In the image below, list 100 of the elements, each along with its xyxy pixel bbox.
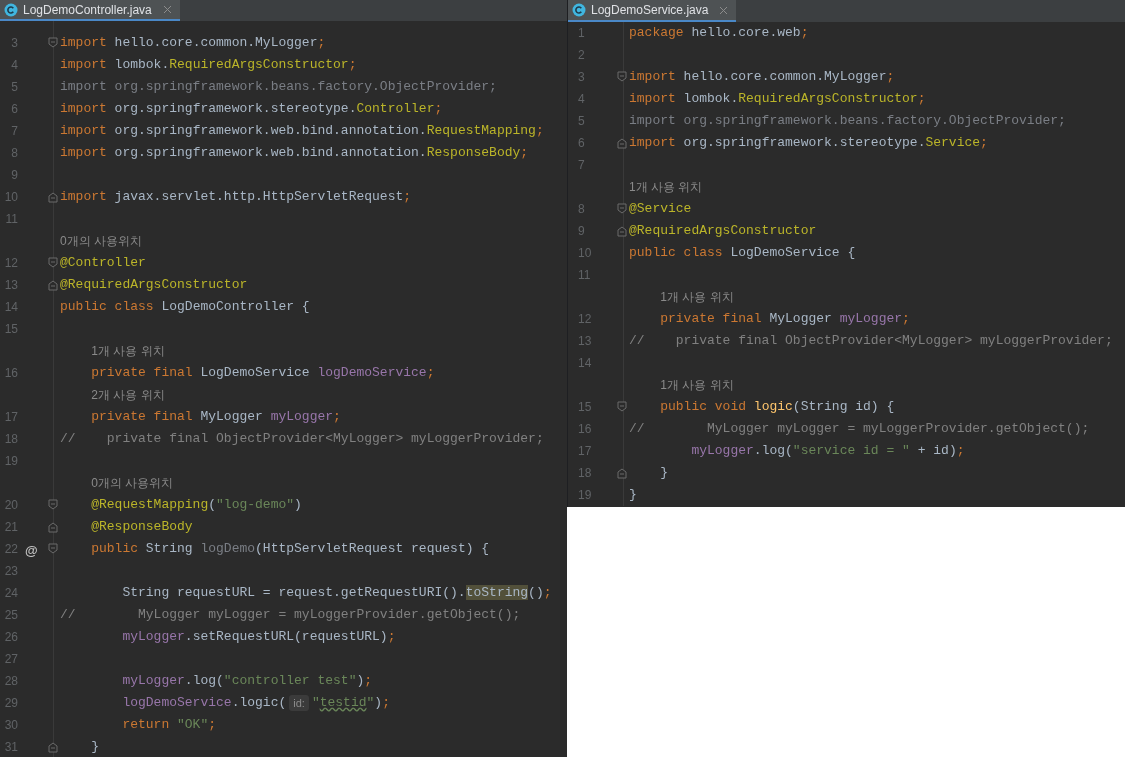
code-line: @RequestMapping("log-demo") [90, 496, 302, 514]
line-number: 26 [3, 629, 18, 646]
fold-marker-icon[interactable] [617, 225, 627, 237]
code-line: import hello.core.common.MyLogger; [629, 68, 895, 86]
code-line: private final MyLogger myLogger; [659, 310, 910, 328]
fold-marker-icon[interactable] [48, 257, 58, 269]
line-number: 19 [577, 487, 593, 504]
code-line: @RequiredArgsConstructor [60, 276, 248, 294]
usage-hint[interactable]: 1개 사용 위치 [660, 376, 734, 394]
code-line: import org.springframework.web.bind.annotation.ResponseBody; [60, 144, 529, 162]
line-number: 6 [577, 135, 586, 152]
code-line: import org.springframework.web.bind.annotation.RequestMapping; [60, 122, 544, 140]
code-line: import org.springframework.stereotype.Service; [629, 134, 988, 152]
line-number: 14 [3, 299, 18, 316]
line-number: 4 [10, 57, 18, 74]
code-line: // private final ObjectProvider<MyLogger> myLoggerProvider; [60, 430, 544, 448]
usage-hint[interactable]: 1개 사용 위치 [91, 342, 165, 360]
usage-hint[interactable]: 1개 사용 위치 [660, 288, 734, 306]
line-number: 16 [3, 365, 18, 382]
editor-tab[interactable]: LogDemoController.java [0, 0, 180, 21]
fold-marker-icon[interactable] [48, 499, 58, 511]
line-number: 15 [577, 399, 593, 416]
fold-marker-icon[interactable] [48, 279, 58, 291]
line-number: 15 [3, 321, 18, 338]
fold-marker-icon[interactable] [48, 543, 58, 555]
gutter-marker[interactable]: @ [25, 541, 38, 561]
line-number: 12 [577, 311, 593, 328]
usage-hint[interactable]: 2개 사용 위치 [91, 386, 165, 404]
code-line: myLogger.log("controller test"); [121, 672, 373, 690]
code-line: @Controller [60, 254, 146, 272]
code-line: public class LogDemoService { [629, 244, 856, 262]
editor-tab[interactable]: LogDemoService.java [568, 0, 737, 22]
parameter-hint: id: [289, 695, 309, 711]
code-line: public void logic(String id) { [659, 398, 895, 416]
class-icon [572, 3, 586, 17]
code-line: import org.springframework.stereotype.Controller; [60, 100, 443, 118]
code-line: String requestURL = request.getRequestURI().toString(); [121, 584, 552, 602]
code-line: import org.springframework.beans.factory.ObjectProvider; [629, 112, 1066, 130]
line-number: 30 [3, 717, 18, 734]
line-number: 8 [10, 145, 18, 162]
fold-marker-icon[interactable] [617, 203, 627, 215]
code-line: return "OK"; [121, 716, 217, 734]
line-number: 13 [3, 277, 18, 294]
code-line: } [90, 738, 99, 756]
code-line: import org.springframework.beans.factory.ObjectProvider; [60, 78, 497, 96]
code-line: } [629, 486, 637, 504]
fold-marker-icon[interactable] [48, 521, 58, 533]
fold-marker-icon[interactable] [48, 741, 58, 753]
usage-hint[interactable]: 1개 사용 위치 [629, 178, 703, 196]
line-number: 10 [3, 189, 18, 206]
line-number: 27 [3, 651, 18, 668]
line-number: 12 [3, 255, 18, 272]
line-number: 24 [3, 585, 18, 602]
line-number: 14 [577, 355, 593, 372]
line-number: 20 [3, 497, 18, 514]
line-number: 18 [577, 465, 593, 482]
line-number: 4 [577, 91, 586, 108]
code-line: private final LogDemoService logDemoService; [90, 364, 435, 382]
code-line: @Service [629, 200, 692, 218]
code-line: public class LogDemoController { [60, 298, 310, 316]
close-icon[interactable] [719, 5, 729, 15]
code-text: "testid"); [311, 694, 390, 712]
line-number: 8 [577, 201, 586, 218]
fold-marker-icon[interactable] [617, 467, 627, 479]
code-line: } [659, 464, 668, 482]
line-number: 3 [577, 69, 586, 86]
fold-marker-icon[interactable] [48, 191, 58, 203]
line-number: 9 [10, 167, 18, 184]
line-number: 5 [577, 113, 586, 130]
line-number: 18 [3, 431, 18, 448]
line-number: 13 [577, 333, 593, 350]
usage-hint[interactable]: 0개의 사용위치 [60, 232, 142, 250]
fold-marker-icon[interactable] [617, 71, 627, 83]
usage-hint[interactable]: 0개의 사용위치 [91, 474, 174, 492]
fold-marker-icon[interactable] [617, 137, 627, 149]
code-line: myLogger.log("service id = " + id); [690, 442, 965, 460]
fold-marker-icon[interactable] [48, 37, 58, 49]
line-number: 3 [10, 35, 18, 52]
line-number: 19 [3, 453, 18, 470]
code-line: myLogger.setRequestURL(requestURL); [121, 628, 396, 646]
code-text: logDemoService.logic( [121, 694, 287, 712]
line-number: 16 [577, 421, 593, 438]
code-line: public String logDemo(HttpServletRequest request) { [90, 540, 490, 558]
line-number: 11 [577, 267, 592, 284]
code-line: import javax.servlet.http.HttpServletRequest; [60, 188, 412, 206]
line-number: 9 [577, 223, 586, 240]
code-line: import lombok.RequiredArgsConstructor; [629, 90, 926, 108]
code-line: // MyLogger myLogger = myLoggerProvider.getObject(); [629, 420, 1090, 438]
line-number: 5 [10, 79, 18, 96]
close-icon[interactable] [162, 5, 172, 14]
line-number: 7 [10, 123, 18, 140]
class-icon [4, 2, 18, 17]
code-line: @RequiredArgsConstructor [629, 222, 817, 240]
line-number: 11 [4, 211, 18, 228]
line-number: 29 [3, 695, 18, 712]
fold-marker-icon[interactable] [617, 401, 627, 413]
line-number: 10 [577, 245, 593, 262]
line-number: 25 [3, 607, 18, 624]
code-line: // private final ObjectProvider<MyLogger> myLoggerProvider; [629, 332, 1113, 350]
code-line: // MyLogger myLogger = myLoggerProvider.getObject(); [60, 606, 521, 624]
